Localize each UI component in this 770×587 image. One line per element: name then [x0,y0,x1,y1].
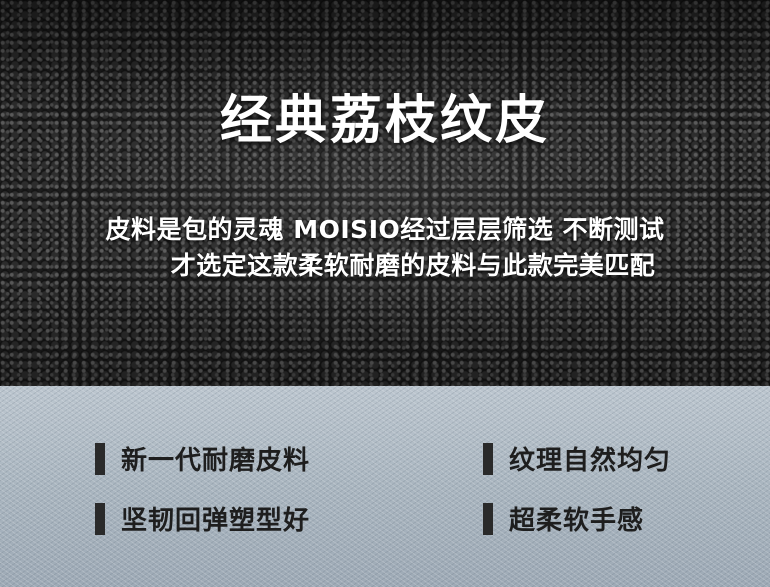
feature-label: 超柔软手感 [509,506,645,536]
feature-item: 新一代耐磨皮料 [95,440,310,477]
product-detail-banner: 经典荔枝纹皮 皮料是包的灵魂 MOISIO经过层层筛选 不断测试 才选定这款柔软… [0,0,770,587]
feature-bar-icon [483,502,493,535]
feature-label: 纹理自然均匀 [509,446,672,476]
feature-item: 超柔软手感 [483,500,644,537]
feature-item: 纹理自然均匀 [483,440,671,477]
feature-bar-icon [95,502,105,535]
feature-label: 坚韧回弹塑型好 [121,506,311,536]
feature-label: 新一代耐磨皮料 [121,446,311,476]
subtitle-line-1: 皮料是包的灵魂 MOISIO经过层层筛选 不断测试 [105,215,665,244]
feature-bar-icon [483,442,493,475]
page-title: 经典荔枝纹皮 [219,91,550,151]
feature-bar-icon [95,442,105,475]
subtitle-line-2: 才选定这款柔软耐磨的皮料与此款完美匹配 [170,251,656,280]
feature-item: 坚韧回弹塑型好 [95,500,310,537]
saffiano-leather-texture-panel [0,386,770,587]
lychee-leather-texture-panel [0,0,770,386]
